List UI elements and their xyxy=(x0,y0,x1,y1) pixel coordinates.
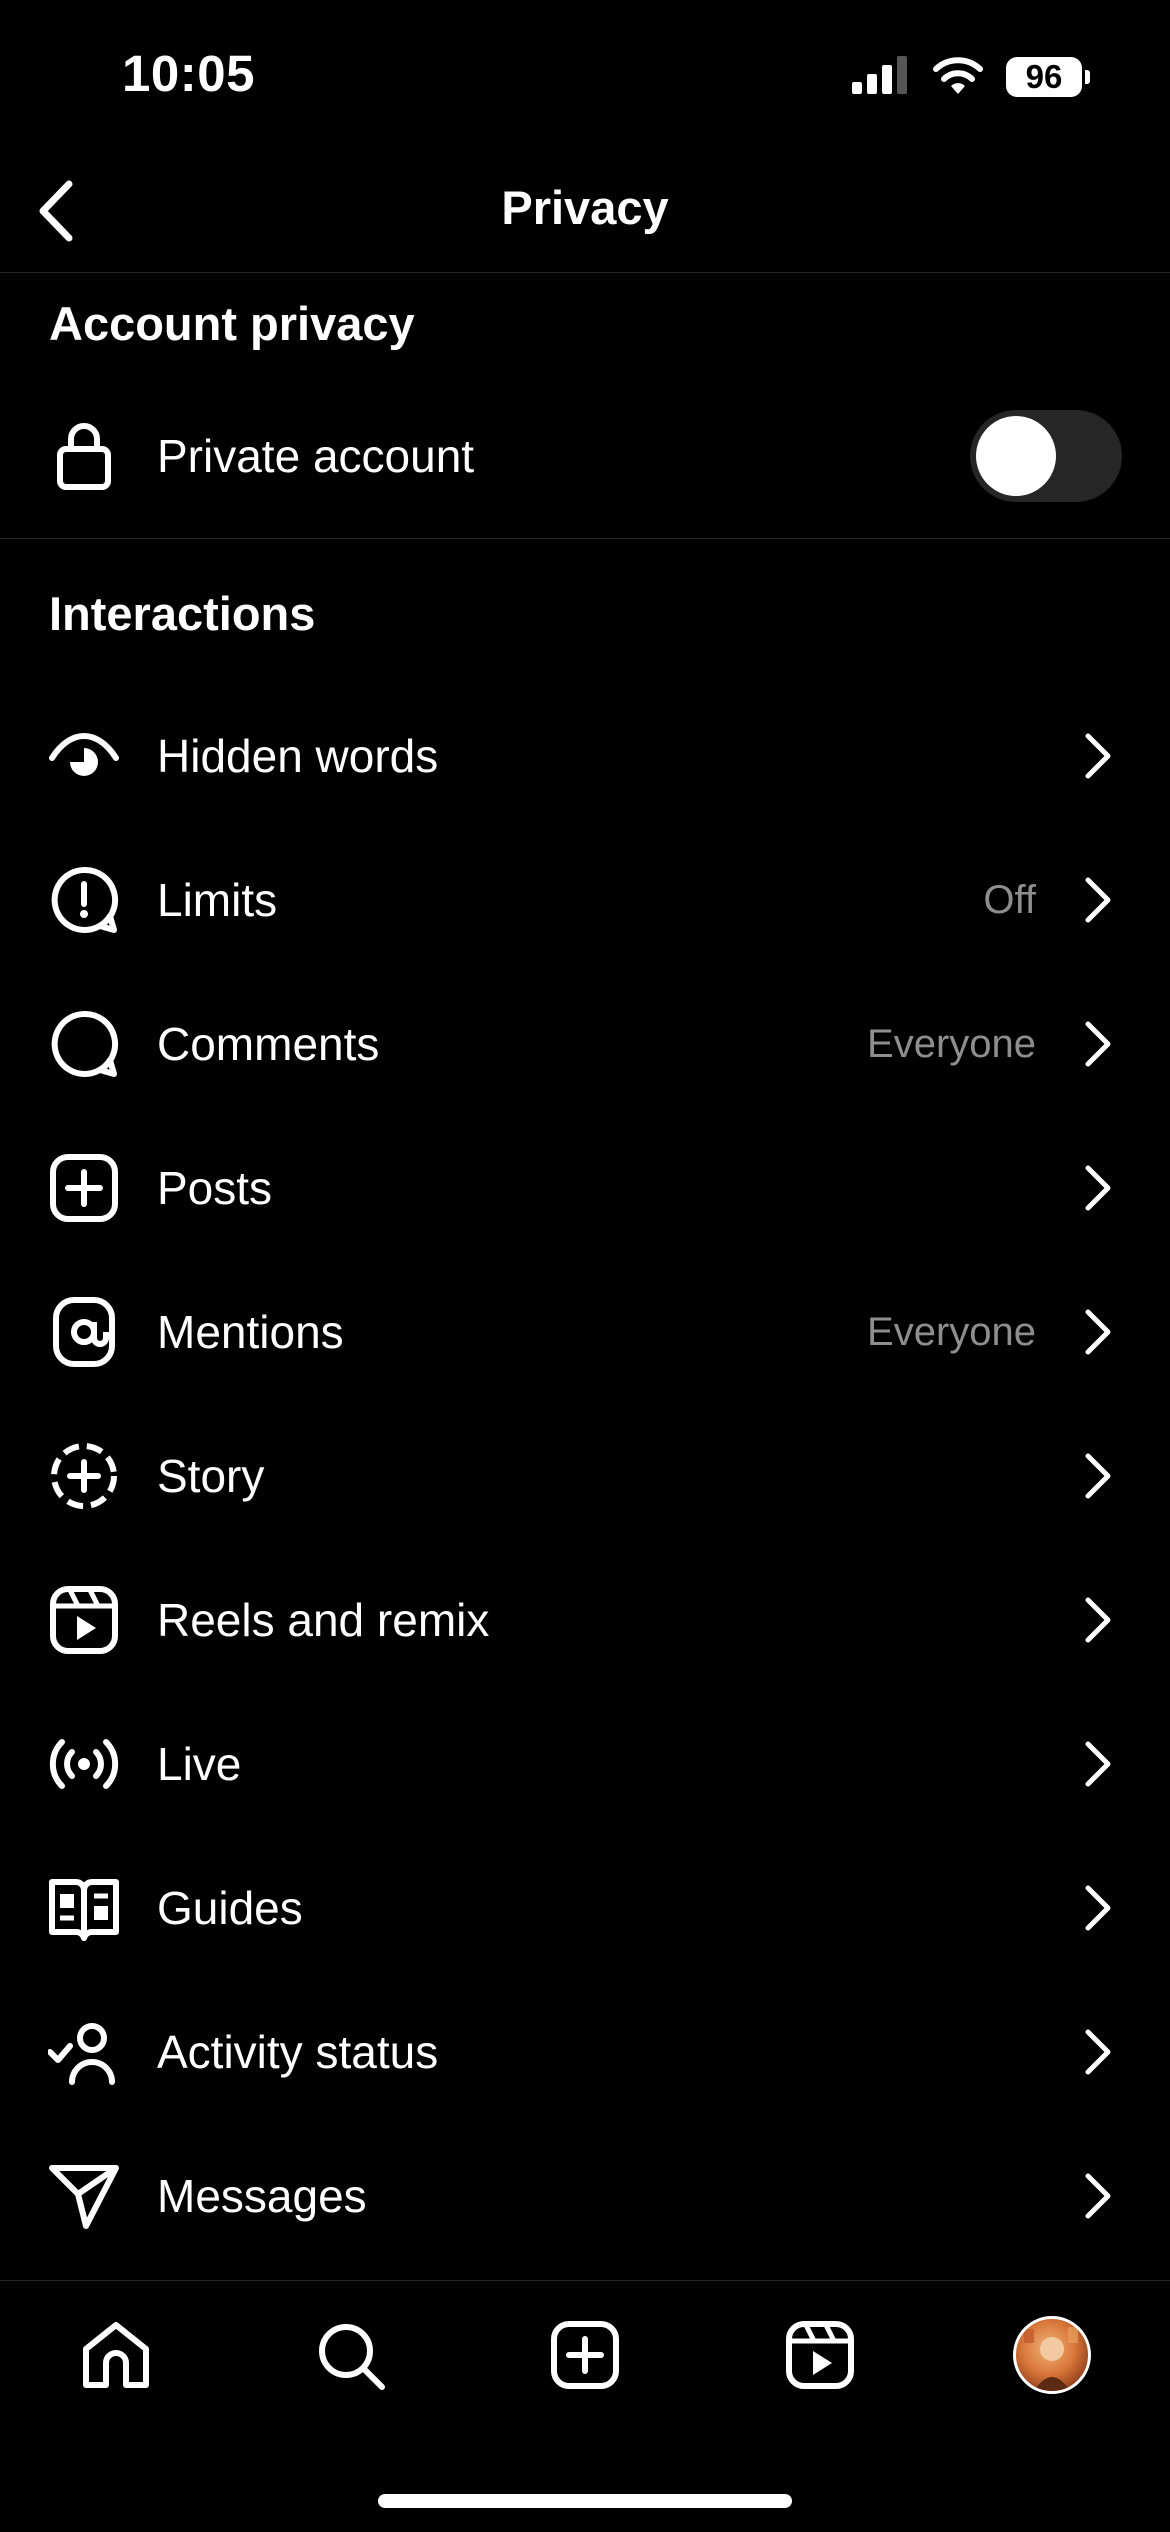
create-icon xyxy=(551,2321,619,2389)
battery-level: 96 xyxy=(1006,57,1082,97)
at-sign-icon xyxy=(48,1296,120,1368)
reels-tab-icon xyxy=(786,2321,854,2389)
chevron-right-icon xyxy=(1078,1448,1118,1504)
battery-nub xyxy=(1085,70,1090,84)
interaction-row-mentions[interactable]: Mentions Everyone xyxy=(0,1260,1170,1404)
chevron-right-icon xyxy=(1078,2024,1118,2080)
interaction-row-messages[interactable]: Messages xyxy=(0,2124,1170,2268)
limits-icon xyxy=(48,864,120,936)
private-account-row[interactable]: Private account xyxy=(0,384,1170,528)
cellular-signal-icon xyxy=(852,55,910,99)
reels-icon xyxy=(48,1584,120,1656)
section-divider xyxy=(0,538,1170,539)
status-time: 10:05 xyxy=(122,45,255,102)
row-label: Hidden words xyxy=(157,730,439,782)
row-label: Comments xyxy=(157,1018,380,1070)
chevron-right-icon xyxy=(1078,1016,1118,1072)
chevron-right-icon xyxy=(1078,728,1118,784)
activity-status-icon xyxy=(48,2016,120,2088)
row-label: Messages xyxy=(157,2170,367,2222)
row-label: Mentions xyxy=(157,1306,344,1358)
chevron-right-icon xyxy=(1078,1160,1118,1216)
interaction-row-live[interactable]: Live xyxy=(0,1692,1170,1836)
row-label: Story xyxy=(157,1450,265,1502)
row-label: Live xyxy=(157,1738,242,1790)
row-value: Everyone xyxy=(867,1021,1036,1066)
chevron-right-icon xyxy=(1078,1736,1118,1792)
toggle-knob xyxy=(976,416,1056,496)
chevron-right-icon xyxy=(1078,2168,1118,2224)
row-label: Limits xyxy=(157,874,278,926)
interactions-section-title: Interactions xyxy=(49,587,316,640)
comment-icon xyxy=(48,1008,120,1080)
search-icon xyxy=(319,2324,385,2390)
reels-tab[interactable] xyxy=(780,2315,860,2395)
home-indicator xyxy=(378,2494,792,2508)
tab-bar xyxy=(0,2280,1170,2431)
status-bar: 10:05 96 xyxy=(0,0,1170,150)
create-tab[interactable] xyxy=(545,2315,625,2395)
battery-icon: 96 xyxy=(1006,57,1090,97)
row-value: Off xyxy=(983,877,1036,922)
header: Privacy xyxy=(0,150,1170,273)
interaction-row-guides[interactable]: Guides xyxy=(0,1836,1170,1980)
row-label: Guides xyxy=(157,1882,303,1934)
interaction-row-posts[interactable]: Posts xyxy=(0,1116,1170,1260)
profile-tab[interactable] xyxy=(1012,2315,1092,2395)
chevron-right-icon xyxy=(1078,1880,1118,1936)
page-title: Privacy xyxy=(501,181,669,234)
interaction-row-limits[interactable]: Limits Off xyxy=(0,828,1170,972)
live-icon xyxy=(48,1728,120,1800)
interaction-row-hidden-words[interactable]: Hidden words xyxy=(0,684,1170,828)
interaction-row-comments[interactable]: Comments Everyone xyxy=(0,972,1170,1116)
chevron-right-icon xyxy=(1078,872,1118,928)
wifi-icon xyxy=(932,56,984,99)
profile-avatar xyxy=(1013,2316,1091,2394)
account-privacy-section-title: Account privacy xyxy=(49,297,415,350)
row-label: Reels and remix xyxy=(157,1594,490,1646)
paper-plane-icon xyxy=(48,2160,120,2232)
home-tab[interactable] xyxy=(76,2315,156,2395)
status-icons: 96 xyxy=(852,52,1090,102)
chevron-right-icon xyxy=(1078,1592,1118,1648)
interaction-row-story[interactable]: Story xyxy=(0,1404,1170,1548)
interaction-row-activity-status[interactable]: Activity status xyxy=(0,1980,1170,2124)
lock-icon xyxy=(48,420,120,492)
private-account-label: Private account xyxy=(157,430,475,482)
row-value: Everyone xyxy=(867,1309,1036,1354)
search-tab[interactable] xyxy=(310,2315,390,2395)
home-icon xyxy=(83,2322,149,2388)
chevron-right-icon xyxy=(1078,1304,1118,1360)
guides-icon xyxy=(48,1872,120,1944)
row-label: Posts xyxy=(157,1162,273,1214)
interaction-row-reels-and-remix[interactable]: Reels and remix xyxy=(0,1548,1170,1692)
eye-icon xyxy=(48,720,120,792)
post-plus-icon xyxy=(48,1152,120,1224)
story-plus-icon xyxy=(48,1440,120,1512)
private-account-toggle[interactable] xyxy=(970,410,1122,502)
row-label: Activity status xyxy=(157,2026,439,2078)
